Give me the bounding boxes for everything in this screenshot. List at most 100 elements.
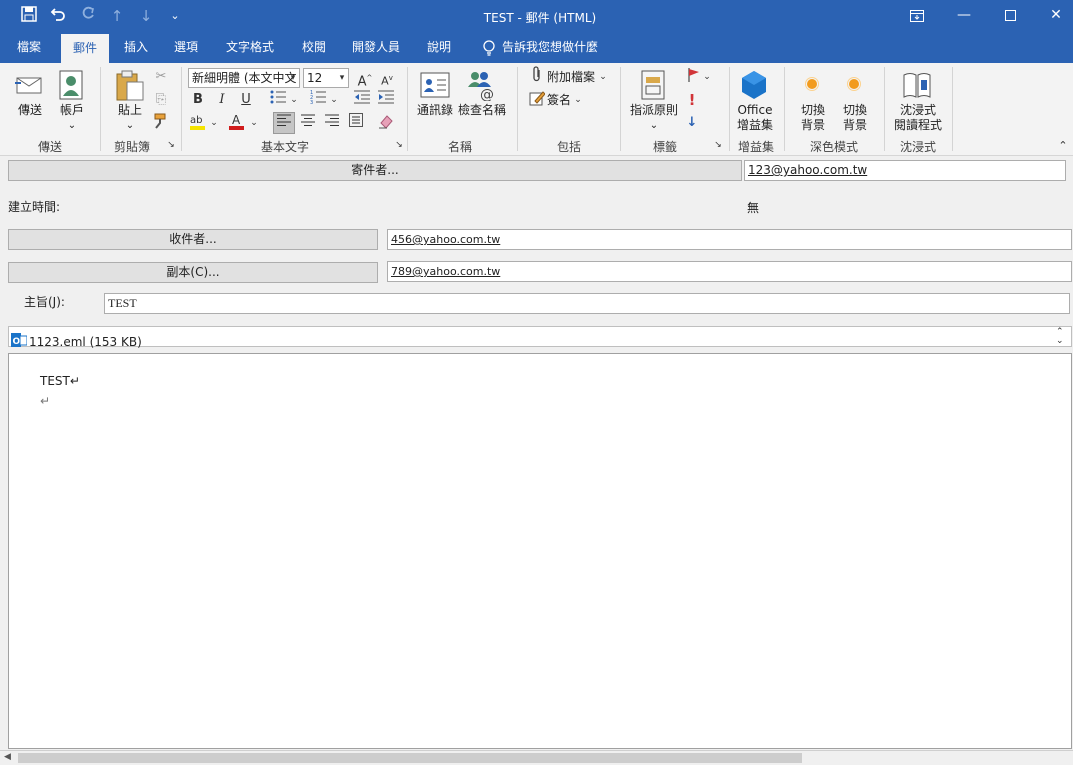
subject-field[interactable]: TEST bbox=[104, 293, 1070, 314]
numbering-icon[interactable]: 123 bbox=[308, 90, 328, 110]
horizontal-scrollbar[interactable]: ◀ bbox=[0, 750, 1073, 765]
paste-icon[interactable] bbox=[115, 70, 145, 105]
font-name-select[interactable]: 新細明體 (本文中文 bbox=[188, 68, 300, 88]
increase-indent-icon[interactable] bbox=[376, 90, 396, 110]
attachment-item[interactable]: 1123.eml (153 KB) bbox=[29, 335, 142, 349]
highlight-dropdown-icon[interactable]: ⌄ bbox=[207, 113, 221, 133]
switch-background-label-4[interactable]: 背景 bbox=[838, 118, 872, 133]
address-book-label[interactable]: 通訊錄 bbox=[412, 103, 458, 118]
account-label[interactable]: 帳戶 bbox=[54, 103, 90, 118]
attachment-scroll-icon[interactable]: ⌃ ⌄ bbox=[1056, 328, 1064, 346]
up-arrow-icon[interactable]: ↑ bbox=[106, 6, 128, 26]
account-icon[interactable] bbox=[59, 70, 83, 103]
flag-dropdown-icon[interactable]: ⌄ bbox=[700, 67, 714, 87]
switch-background-icon[interactable] bbox=[847, 77, 861, 94]
assign-policy-icon[interactable] bbox=[640, 69, 666, 104]
align-left-icon[interactable] bbox=[273, 112, 295, 134]
send-icon[interactable] bbox=[15, 73, 43, 100]
scroll-left-icon[interactable]: ◀ bbox=[4, 752, 11, 762]
font-size-dropdown-icon[interactable]: ▾ bbox=[335, 68, 349, 88]
tab-developer[interactable]: 開發人員 bbox=[345, 33, 407, 63]
scrollbar-thumb[interactable] bbox=[18, 753, 802, 763]
tab-help[interactable]: 說明 bbox=[419, 33, 459, 63]
font-color-icon[interactable]: A bbox=[227, 113, 247, 133]
svg-text:O: O bbox=[13, 337, 21, 347]
shrink-font-icon[interactable]: Av bbox=[377, 68, 397, 88]
high-importance-icon[interactable]: ! bbox=[682, 90, 702, 110]
tell-me-search[interactable]: 告訴我您想做什麼 bbox=[502, 33, 632, 63]
switch-background-label-2[interactable]: 背景 bbox=[796, 118, 830, 133]
window-title: TEST - 郵件 (HTML) bbox=[483, 11, 597, 25]
assign-policy-label[interactable]: 指派原則 bbox=[628, 103, 680, 118]
clipboard-launcher-icon[interactable]: ↘ bbox=[164, 138, 178, 152]
tab-review[interactable]: 校閱 bbox=[294, 33, 334, 63]
immersive-reader-label-2[interactable]: 閱讀程式 bbox=[892, 118, 944, 133]
bullets-dropdown-icon[interactable]: ⌄ bbox=[287, 90, 301, 110]
tab-format-text[interactable]: 文字格式 bbox=[218, 33, 282, 63]
message-body[interactable]: TEST↵ ↵ bbox=[8, 353, 1072, 749]
switch-background-label-3[interactable]: 切換 bbox=[838, 103, 872, 118]
save-icon[interactable] bbox=[18, 6, 40, 26]
signature-icon[interactable] bbox=[527, 90, 547, 110]
cc-button[interactable]: 副本(C)... bbox=[8, 262, 378, 283]
close-icon[interactable]: ✕ bbox=[1033, 0, 1073, 33]
office-addins-label-1[interactable]: Office bbox=[732, 103, 778, 118]
maximize-icon[interactable] bbox=[987, 0, 1033, 33]
cut-icon[interactable]: ✂ bbox=[151, 67, 171, 87]
lightbulb-icon[interactable] bbox=[476, 33, 502, 63]
bullets-icon[interactable] bbox=[268, 90, 288, 110]
collapse-ribbon-icon[interactable]: ⌃ bbox=[1056, 139, 1070, 153]
address-book-icon[interactable] bbox=[420, 71, 450, 102]
signature-dropdown-icon[interactable]: ⌄ bbox=[571, 90, 585, 110]
paperclip-icon[interactable] bbox=[527, 66, 547, 86]
check-names-icon[interactable]: @ bbox=[467, 69, 497, 104]
customize-icon[interactable]: ⌄ bbox=[164, 6, 186, 26]
undo-icon[interactable] bbox=[47, 6, 69, 26]
align-right-icon[interactable] bbox=[322, 113, 342, 133]
send-label[interactable]: 傳送 bbox=[12, 103, 48, 118]
highlight-icon[interactable]: ab bbox=[188, 113, 208, 133]
underline-button[interactable]: U bbox=[236, 90, 256, 110]
grow-font-icon[interactable]: A^ bbox=[355, 68, 375, 89]
font-color-dropdown-icon[interactable]: ⌄ bbox=[247, 113, 261, 133]
decrease-indent-icon[interactable] bbox=[352, 90, 372, 110]
down-arrow-icon[interactable]: ↓ bbox=[135, 6, 157, 26]
copy-icon[interactable]: ⎘ bbox=[151, 90, 171, 110]
font-launcher-icon[interactable]: ↘ bbox=[392, 138, 406, 152]
paste-dropdown-icon[interactable]: ⌄ bbox=[122, 118, 138, 133]
tab-options[interactable]: 選項 bbox=[166, 33, 206, 63]
office-addins-icon[interactable] bbox=[740, 70, 768, 103]
cc-field[interactable]: 789@yahoo.com.tw bbox=[387, 261, 1072, 282]
align-center-icon[interactable] bbox=[298, 113, 318, 133]
tab-message[interactable]: 郵件 bbox=[61, 34, 109, 64]
tags-launcher-icon[interactable]: ↘ bbox=[711, 138, 725, 152]
italic-button[interactable]: I bbox=[212, 90, 232, 110]
paste-label[interactable]: 貼上 bbox=[112, 103, 148, 118]
from-button[interactable]: 寄件者... bbox=[8, 160, 742, 181]
redo-icon[interactable] bbox=[77, 6, 99, 26]
tab-file[interactable]: 檔案 bbox=[6, 33, 52, 63]
minimize-icon[interactable]: — bbox=[941, 0, 987, 33]
justify-icon[interactable] bbox=[346, 113, 366, 133]
immersive-reader-label-1[interactable]: 沈浸式 bbox=[892, 103, 944, 118]
tab-insert[interactable]: 插入 bbox=[116, 33, 156, 63]
check-names-label[interactable]: 檢查名稱 bbox=[456, 103, 508, 118]
switch-background-label-1[interactable]: 切換 bbox=[796, 103, 830, 118]
clear-formatting-icon[interactable] bbox=[376, 113, 396, 133]
immersive-reader-icon[interactable] bbox=[902, 70, 932, 103]
format-painter-icon[interactable] bbox=[151, 113, 171, 133]
switch-background-icon[interactable] bbox=[805, 77, 819, 94]
to-field[interactable]: 456@yahoo.com.tw bbox=[387, 229, 1072, 250]
low-importance-icon[interactable]: ↓ bbox=[682, 113, 702, 133]
assign-policy-dropdown-icon[interactable]: ⌄ bbox=[646, 118, 662, 133]
attach-dropdown-icon[interactable]: ⌄ bbox=[596, 67, 610, 87]
to-button[interactable]: 收件者... bbox=[8, 229, 378, 250]
bold-button[interactable]: B bbox=[188, 90, 208, 110]
account-dropdown-icon[interactable]: ⌄ bbox=[64, 118, 80, 133]
created-time-label: 建立時間: bbox=[8, 200, 61, 214]
font-dropdown-icon[interactable]: ▾ bbox=[286, 68, 300, 88]
from-field[interactable]: 123@yahoo.com.tw bbox=[744, 160, 1066, 181]
office-addins-label-2[interactable]: 增益集 bbox=[732, 118, 778, 133]
ribbon-display-icon[interactable] bbox=[894, 0, 940, 33]
numbering-dropdown-icon[interactable]: ⌄ bbox=[327, 90, 341, 110]
